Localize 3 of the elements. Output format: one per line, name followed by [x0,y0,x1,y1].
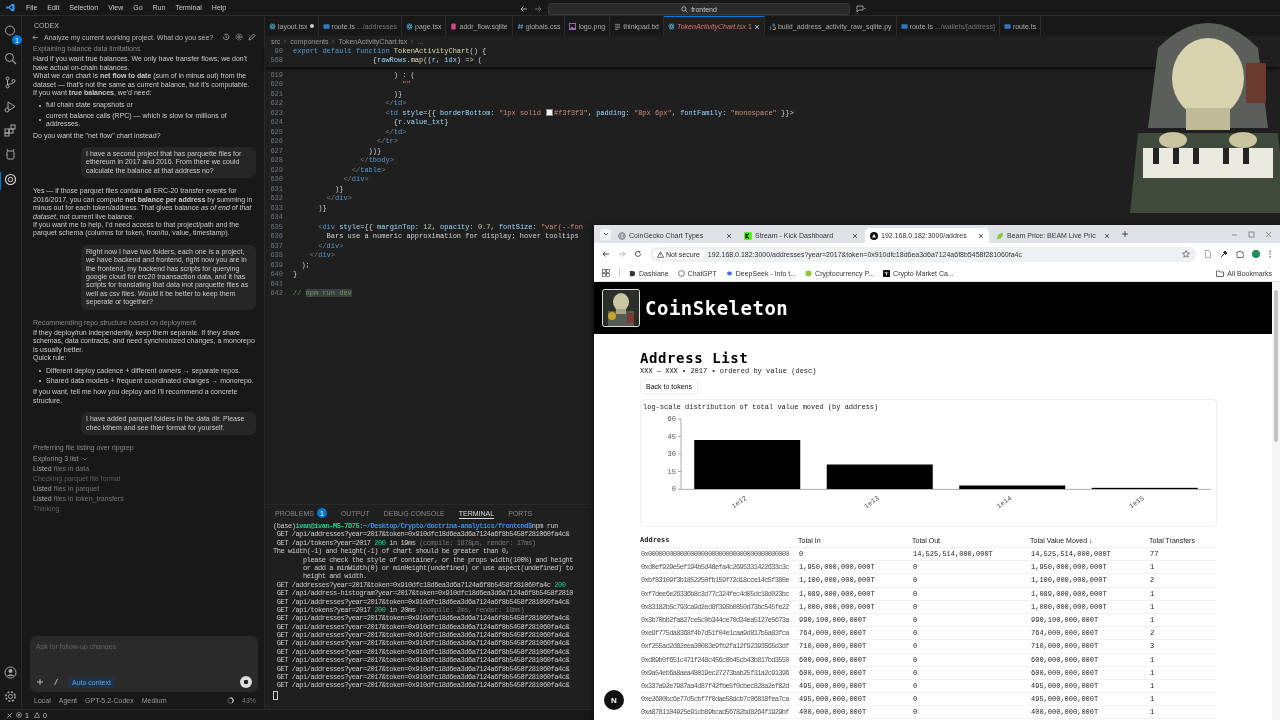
page-title: Address List [640,350,750,367]
dev-tools-badge[interactable]: N [604,690,624,710]
site-title: CoinSkeleton [645,297,789,319]
